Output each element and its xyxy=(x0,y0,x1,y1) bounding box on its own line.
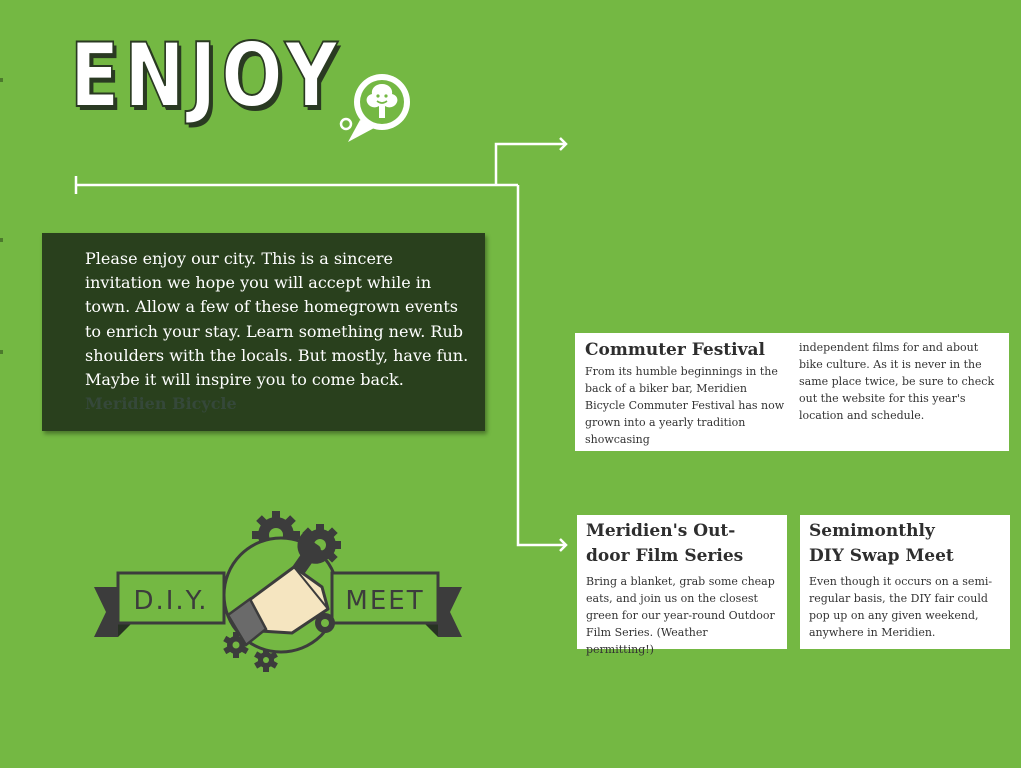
margin-tick xyxy=(0,238,3,242)
diy-meet-badge: D.I.Y. MEET xyxy=(94,511,462,672)
intro-text: Please enjoy our city. This is a sincere… xyxy=(85,249,469,390)
film-series-card: Meridien's Out-door Film Series Bring a … xyxy=(577,515,787,656)
film-series-title: Meridien's Out-door Film Series xyxy=(586,521,744,566)
margin-tick xyxy=(0,350,3,354)
commuter-festival-text-col1: From its humble beginnings in the back o… xyxy=(585,365,785,446)
commuter-festival-card: Commuter Festival From its humble beginn… xyxy=(575,333,1009,451)
swap-meet-text: Even though it occurs on a semi-regular … xyxy=(809,575,993,639)
swap-meet-card: Semimonthly DIY Swap Meet Even though it … xyxy=(800,515,1010,649)
swap-meet-title: Semimonthly DIY Swap Meet xyxy=(809,521,954,566)
badge-left-text: D.I.Y. xyxy=(133,586,208,616)
commuter-festival-title: Commuter Festival xyxy=(585,340,765,360)
commuter-festival-text-col2: independent films for and about bike cul… xyxy=(799,341,995,422)
margin-tick xyxy=(0,78,3,82)
badge-right-text: MEET xyxy=(345,586,424,616)
intro-box: Please enjoy our city. This is a sincere… xyxy=(42,233,485,431)
intro-faded-text: Meridien Bicycle xyxy=(85,394,237,414)
film-series-text: Bring a blanket, grab some cheap eats, a… xyxy=(586,575,775,656)
